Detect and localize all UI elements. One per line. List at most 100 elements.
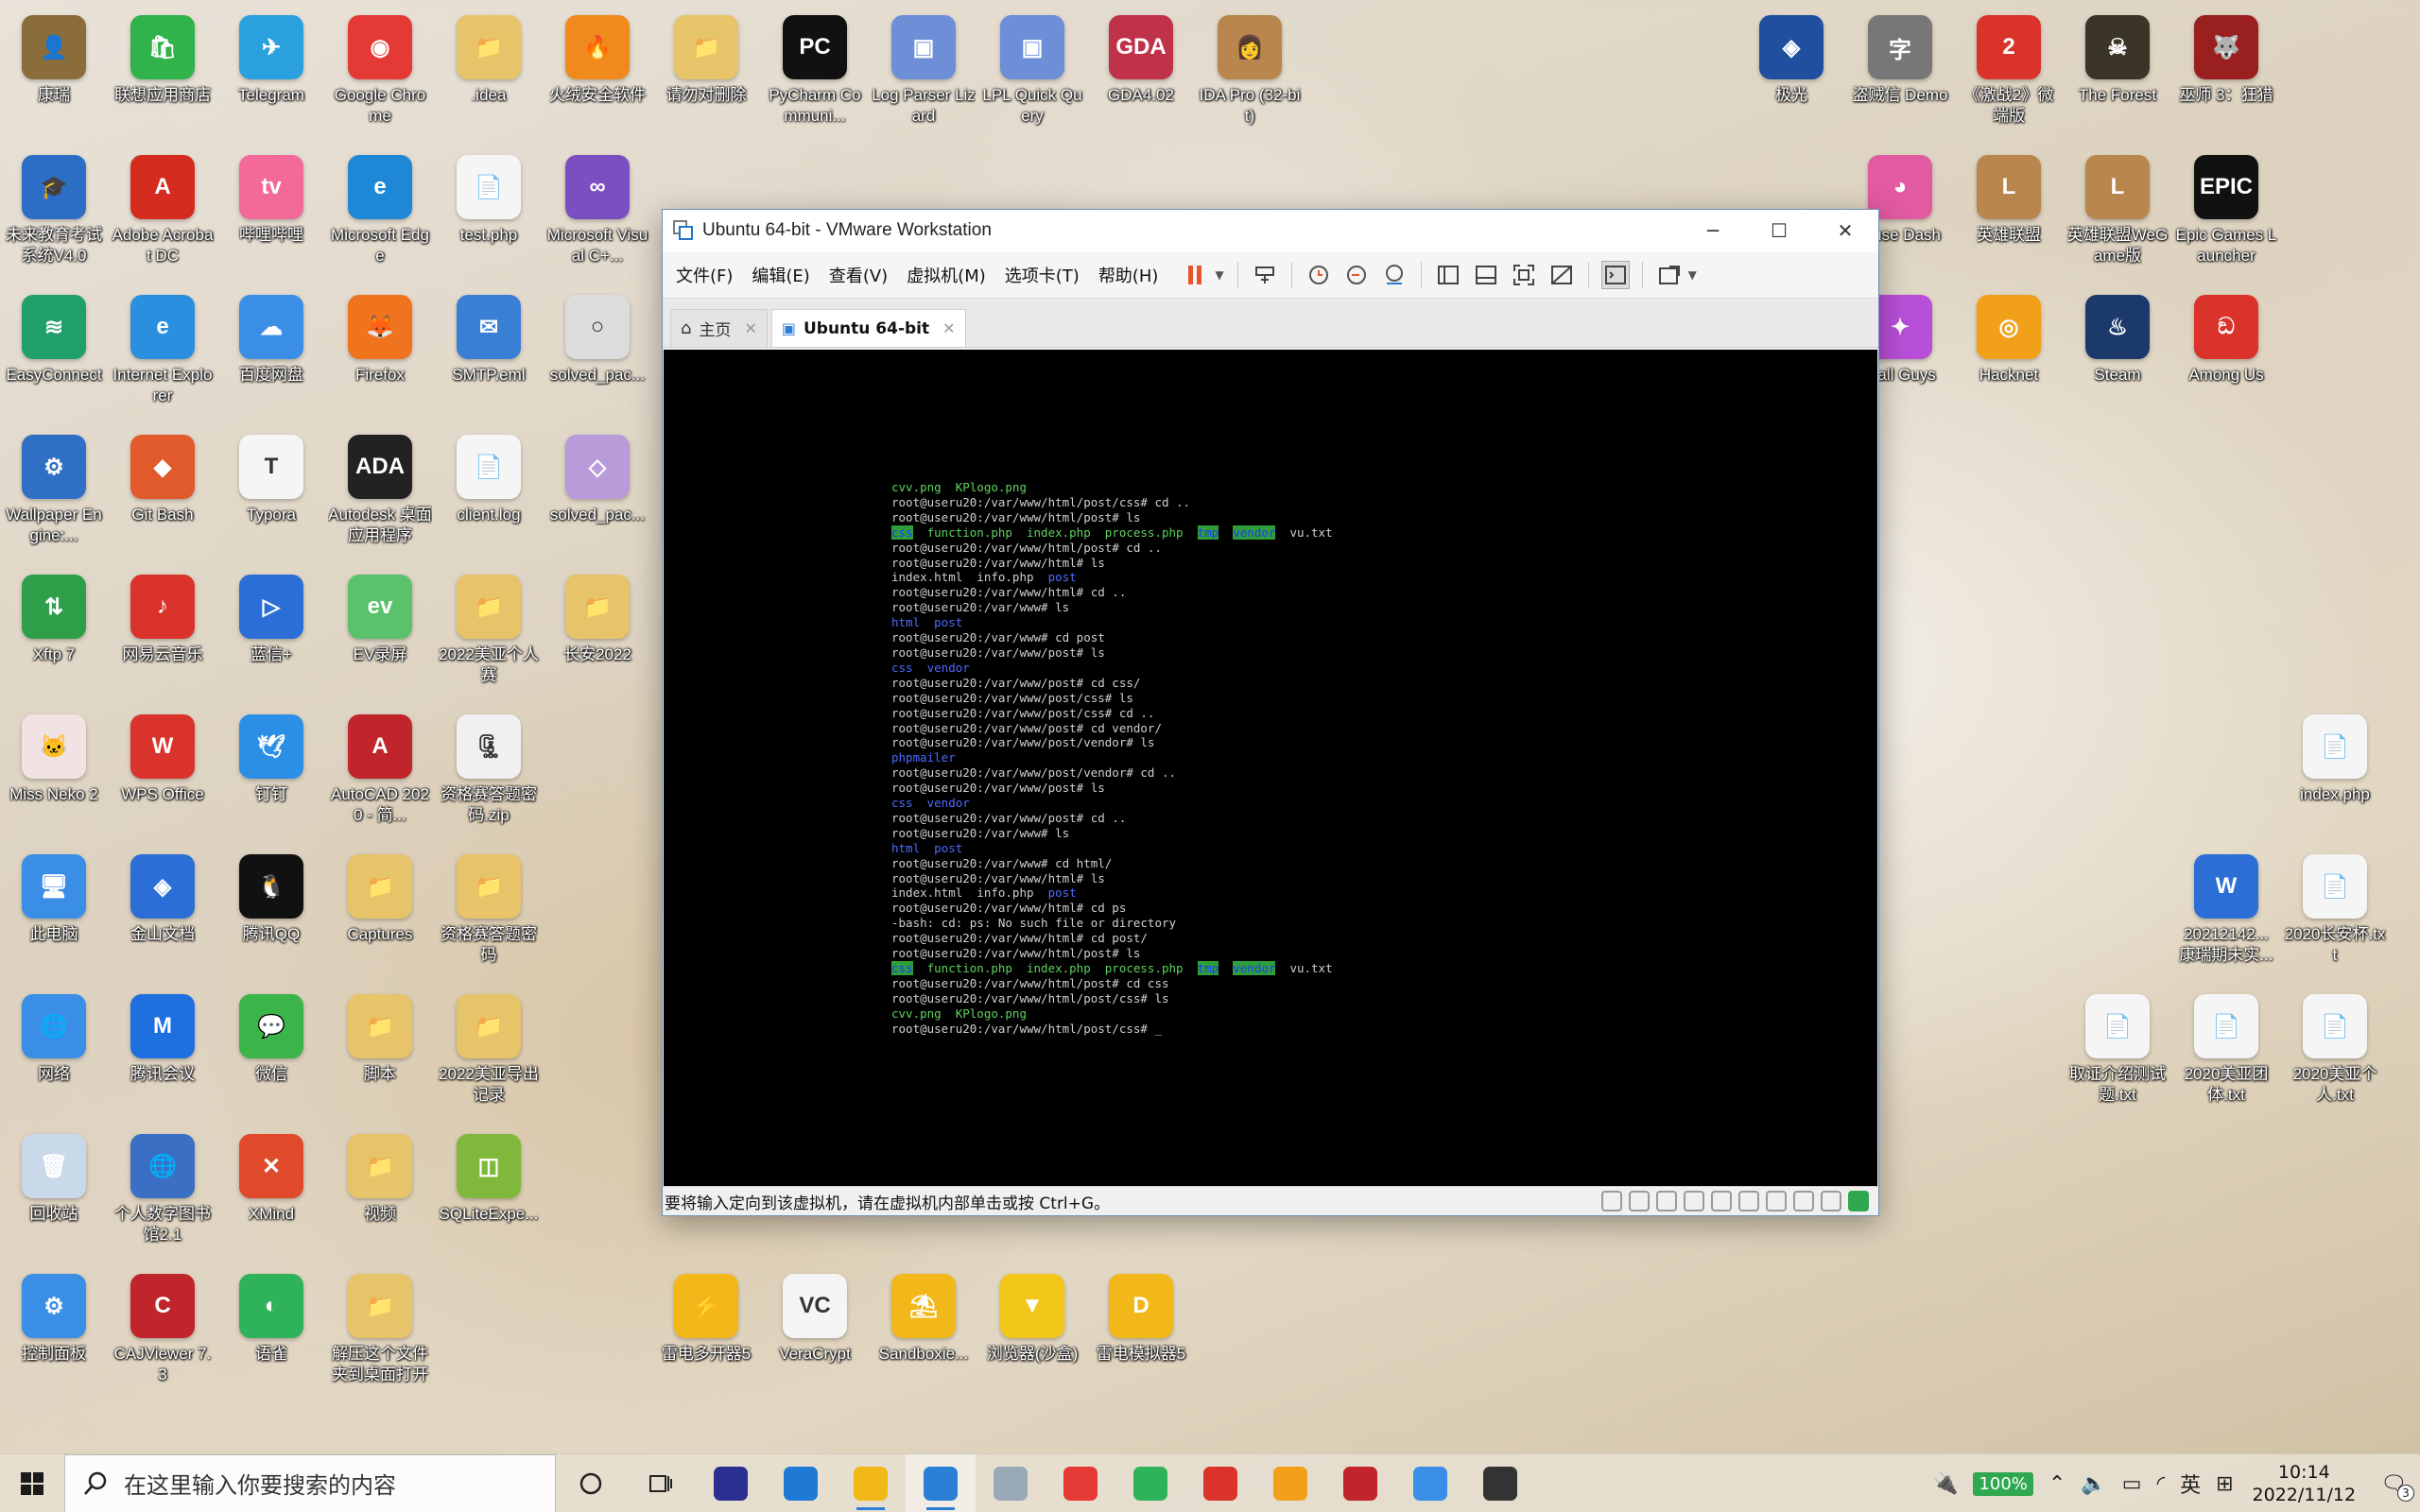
menu-file[interactable]: 文件(F) <box>676 263 733 287</box>
send-ctrl-alt-del-icon[interactable] <box>1251 261 1279 289</box>
desktop-icon[interactable]: ☁ 百度网盘 <box>219 295 323 386</box>
desktop-icon[interactable]: C CAJViewer 7.3 <box>111 1274 215 1385</box>
taskbar-app-file-explorer[interactable] <box>836 1454 906 1512</box>
console-view-icon[interactable] <box>1600 260 1630 289</box>
message-icon[interactable] <box>1848 1191 1869 1211</box>
pause-dropdown-icon[interactable]: ▼ <box>1215 268 1223 282</box>
desktop-icon[interactable]: ⚙ 控制面板 <box>2 1274 106 1365</box>
show-hidden-icons-icon[interactable]: ⌃ <box>2048 1472 2066 1496</box>
desktop-icon[interactable]: ev EV录屏 <box>328 575 432 665</box>
desktop-icon[interactable]: 2 《激战2》微端版 <box>1957 15 2061 127</box>
usb2-icon[interactable] <box>1766 1191 1787 1211</box>
desktop-icon[interactable]: e Internet Explorer <box>111 295 215 406</box>
desktop-icon[interactable]: ◫ SQLiteExpe... <box>437 1134 541 1225</box>
taskbar-app-notes[interactable] <box>976 1454 1046 1512</box>
desktop-icon[interactable]: ◉ Google Chrome <box>328 15 432 127</box>
desktop-icon[interactable]: 👤 康瑞 <box>2 15 106 106</box>
desktop-icon[interactable]: 🐱 Miss Neko 2 <box>2 714 106 805</box>
desktop-icon[interactable]: W WPS Office <box>111 714 215 805</box>
desktop-icon[interactable]: 💬 微信 <box>219 994 323 1085</box>
desktop-icon[interactable]: ▣ LPL Quick Query <box>980 15 1084 127</box>
unity-icon[interactable] <box>1547 261 1576 289</box>
menu-edit[interactable]: 编辑(E) <box>752 263 809 287</box>
battery-icon[interactable]: ▭ <box>2122 1472 2142 1496</box>
tab-home[interactable]: ⌂ 主页 ✕ <box>670 309 768 347</box>
hdd-icon[interactable] <box>1601 1191 1622 1211</box>
tab-ubuntu-close-icon[interactable]: ✕ <box>942 319 955 337</box>
display-icon[interactable] <box>1821 1191 1841 1211</box>
taskbar-app-vmware[interactable] <box>906 1453 976 1512</box>
stretch-dropdown-icon[interactable]: ▼ <box>1688 268 1697 282</box>
desktop-icon[interactable]: 📁 脚本 <box>328 994 432 1085</box>
taskbar-app-wps[interactable] <box>1185 1454 1255 1512</box>
revert-snapshot-icon[interactable] <box>1342 261 1371 289</box>
task-view-button[interactable] <box>626 1454 696 1512</box>
minimize-button[interactable]: ─ <box>1680 210 1746 251</box>
taskbar-app-vscode[interactable] <box>766 1454 836 1512</box>
desktop-icon[interactable]: ☠ The Forest <box>2066 15 2169 106</box>
wifi-icon[interactable]: ◜ <box>2157 1472 2166 1496</box>
desktop-icon[interactable]: 📁 2022美亚导出记录 <box>437 994 541 1106</box>
desktop-icon[interactable]: ⚡ 雷电多开器5 <box>654 1274 758 1365</box>
tab-ubuntu[interactable]: ▣ Ubuntu 64-bit ✕ <box>770 309 966 347</box>
taskbar-app-pen-app[interactable] <box>696 1454 766 1512</box>
tab-home-close-icon[interactable]: ✕ <box>744 319 756 337</box>
taskbar-app-gift-app[interactable] <box>1325 1454 1395 1512</box>
ime-indicator[interactable]: 英 <box>2180 1469 2201 1499</box>
desktop-icon[interactable]: 👩 IDA Pro (32-bit) <box>1198 15 1302 127</box>
desktop-icon[interactable]: L 英雄联盟WeGame版 <box>2066 155 2169 266</box>
desktop-icon[interactable]: ◇ solved_pac... <box>545 435 649 525</box>
taskbar-app-yuque[interactable] <box>1115 1454 1185 1512</box>
taskbar-app-pen-note[interactable] <box>1255 1454 1325 1512</box>
stretch-view-icon[interactable] <box>1655 261 1684 289</box>
desktop-icon[interactable]: 📄 client.log <box>437 435 541 525</box>
printer-icon[interactable] <box>1684 1191 1704 1211</box>
desktop-icon[interactable]: D 雷电模拟器5 <box>1089 1274 1193 1365</box>
desktop-icon[interactable]: ○ solved_pac... <box>545 295 649 386</box>
snapshot-icon[interactable] <box>1305 261 1333 289</box>
battery-indicator[interactable]: 100% <box>1973 1471 2033 1496</box>
desktop-icon[interactable]: 📄 2020美亚团体.txt <box>2174 994 2278 1106</box>
desktop-icon[interactable]: ⚙ Wallpaper Engine:... <box>2 435 106 546</box>
desktop-icon[interactable]: ✈ Telegram <box>219 15 323 106</box>
desktop-icon[interactable]: 🐧 腾讯QQ <box>219 854 323 945</box>
vm-console[interactable]: cvv.png KPlogo.png root@useru20:/var/www/… <box>664 350 1877 1186</box>
desktop-icon[interactable]: ◈ 金山文档 <box>111 854 215 945</box>
desktop-icon[interactable]: 📁 视频 <box>328 1134 432 1225</box>
desktop-icon[interactable]: M 腾讯会议 <box>111 994 215 1085</box>
maximize-button[interactable]: ☐ <box>1746 210 1812 251</box>
close-button[interactable]: ✕ <box>1812 210 1878 251</box>
pause-icon[interactable] <box>1182 261 1210 289</box>
desktop-icon[interactable]: A Adobe Acrobat DC <box>111 155 215 266</box>
desktop-icon[interactable]: ✕ XMind <box>219 1134 323 1225</box>
desktop-icon[interactable]: 🖥 此电脑 <box>2 854 106 945</box>
desktop-icon[interactable]: e Microsoft Edge <box>328 155 432 266</box>
desktop-icon[interactable]: A AutoCAD 2020 - 简... <box>328 714 432 826</box>
taskbar-search[interactable]: 在这里输入你要搜索的内容 <box>64 1453 556 1512</box>
desktop-icon[interactable]: ♪ 网易云音乐 <box>111 575 215 665</box>
desktop-icon[interactable]: 📄 2020长安杯.txt <box>2283 854 2387 966</box>
desktop-icon[interactable]: ▷ 蓝信+ <box>219 575 323 665</box>
menu-tabs[interactable]: 选项卡(T) <box>1005 263 1080 287</box>
desktop-icon[interactable]: 📁 资格赛答题密码 <box>437 854 541 966</box>
desktop-icon[interactable]: EPIC Epic Games Launcher <box>2174 155 2278 266</box>
menu-view[interactable]: 查看(V) <box>829 263 888 287</box>
desktop-icon[interactable]: 🦊 Firefox <box>328 295 432 386</box>
desktop-icon[interactable]: 🕊 钉钉 <box>219 714 323 805</box>
full-screen-icon[interactable] <box>1510 261 1538 289</box>
desktop-icon[interactable]: ⛱ Sandboxie... <box>872 1274 976 1365</box>
thumbnail-bar-icon[interactable] <box>1472 261 1500 289</box>
bluetooth-icon[interactable] <box>1793 1191 1814 1211</box>
desktop-icon[interactable]: PC PyCharm Communi... <box>763 15 867 127</box>
network-icon[interactable] <box>1656 1191 1677 1211</box>
desktop-icon[interactable]: 📁 .idea <box>437 15 541 106</box>
desktop-icon[interactable]: ▼ 浏览器(沙盒) <box>980 1274 1084 1365</box>
desktop-icon[interactable]: ∞ Microsoft Visual C+... <box>545 155 649 266</box>
desktop-icon[interactable]: 📁 解压这个文件夹到桌面打开 <box>328 1274 432 1385</box>
taskbar-app-settings[interactable] <box>1465 1454 1535 1512</box>
menu-help[interactable]: 帮助(H) <box>1098 263 1159 287</box>
desktop-icon[interactable]: 📄 2020美亚个人.txt <box>2283 994 2387 1106</box>
desktop-icon[interactable]: 🗜 资格赛答题密码.zip <box>437 714 541 826</box>
desktop-icon[interactable]: 🎓 未来教育考试系统V4.0 <box>2 155 106 266</box>
desktop-icon[interactable]: ◐ 语雀 <box>219 1274 323 1365</box>
